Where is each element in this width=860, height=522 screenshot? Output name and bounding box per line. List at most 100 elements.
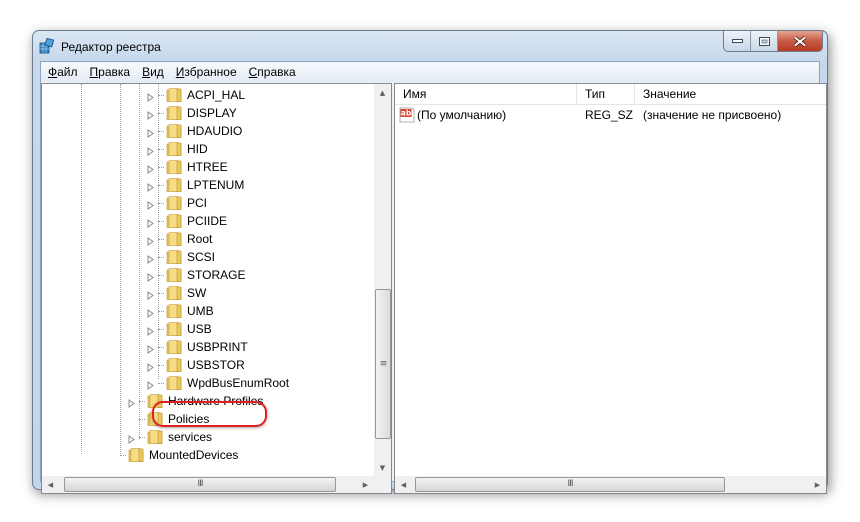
tree-horizontal-scroll-thumb[interactable]: III: [64, 477, 336, 492]
menu-label-rest: правка: [257, 65, 296, 79]
tree-node[interactable]: HID: [146, 140, 208, 158]
string-value-icon: ab: [399, 107, 415, 123]
close-button[interactable]: [778, 31, 822, 51]
tree-connector-line: [158, 202, 164, 204]
expand-arrow-icon[interactable]: [146, 307, 155, 318]
tree-node-label: USBPRINT: [187, 340, 248, 354]
tree-node[interactable]: Root: [146, 230, 212, 248]
scroll-left-button[interactable]: ◀: [42, 476, 59, 493]
tree-node[interactable]: STORAGE: [146, 266, 245, 284]
expand-arrow-icon[interactable]: [146, 271, 155, 282]
tree-connector: [127, 415, 136, 424]
expand-arrow-icon[interactable]: [146, 235, 155, 246]
expand-arrow-icon[interactable]: [146, 253, 155, 264]
tree-node[interactable]: UMB: [146, 302, 214, 320]
expand-arrow-icon[interactable]: [146, 199, 155, 210]
tree-node[interactable]: USBSTOR: [146, 356, 245, 374]
registry-editor-icon: [39, 38, 55, 54]
expand-arrow-icon[interactable]: [146, 127, 155, 138]
expand-arrow-icon[interactable]: [146, 217, 155, 228]
grip-icon: III: [197, 479, 204, 489]
folder-icon: [166, 376, 182, 390]
tree-node[interactable]: PCI: [146, 194, 207, 212]
tree-node-label: PCI: [187, 196, 208, 210]
list-horizontal-scrollbar[interactable]: ◀ III ▶: [395, 476, 826, 493]
tree-node[interactable]: SCSI: [146, 248, 215, 266]
tree-node[interactable]: services: [127, 428, 212, 446]
column-header-name[interactable]: Имя: [395, 84, 577, 104]
tree-node[interactable]: HTREE: [146, 158, 228, 176]
tree-node-label: STORAGE: [187, 268, 246, 282]
tree-node-label: Root: [187, 232, 213, 246]
tree-node[interactable]: USBPRINT: [146, 338, 248, 356]
tree-node[interactable]: PCIIDE: [146, 212, 227, 230]
expand-arrow-icon[interactable]: [127, 397, 136, 408]
arrow-down-icon: ▼: [379, 463, 386, 472]
arrow-right-icon: ▶: [814, 480, 821, 489]
tree-connector-line: [158, 166, 164, 168]
tree-connector-line: [158, 184, 164, 186]
column-header-type[interactable]: Тип: [577, 84, 635, 104]
maximize-icon: [758, 36, 770, 46]
tree-guide-line: [139, 84, 140, 439]
tree-connector-line: [158, 130, 164, 132]
list-row[interactable]: ab (По умолчанию) REG_SZ (значение не пр…: [395, 106, 826, 124]
tree-connector-line: [158, 364, 164, 366]
values-list-pane[interactable]: Имя Тип Значение ab (По умолчанию) REG_S…: [394, 83, 827, 494]
expand-arrow-icon[interactable]: [146, 289, 155, 300]
expand-arrow-icon[interactable]: [146, 343, 155, 354]
scroll-right-button[interactable]: ▶: [357, 476, 374, 493]
registry-tree-pane[interactable]: ACPI_HAL DISPLAY HDAUDIO HID HTREE LPTENUM PCI…: [41, 83, 392, 494]
minimize-button[interactable]: [724, 31, 751, 51]
menu-label-rest: збранное: [184, 65, 237, 79]
expand-arrow-icon[interactable]: [146, 325, 155, 336]
tree-node-label: HDAUDIO: [187, 124, 243, 138]
minimize-icon: [731, 39, 743, 43]
tree-node[interactable]: LPTENUM: [146, 176, 244, 194]
arrow-left-icon: ◀: [47, 480, 54, 489]
scroll-down-button[interactable]: ▼: [374, 459, 391, 476]
tree-horizontal-scrollbar[interactable]: ◀ III ▶: [42, 476, 374, 493]
tree-node[interactable]: SW: [146, 284, 206, 302]
expand-arrow-icon[interactable]: [127, 433, 136, 444]
registry-editor-window: Редактор реестра Файл Правка Вид Избранное С…: [32, 30, 828, 494]
expand-arrow-icon[interactable]: [146, 109, 155, 120]
folder-icon: [166, 196, 182, 210]
expand-arrow-icon[interactable]: [146, 379, 155, 390]
window-controls: [723, 31, 823, 52]
tree-node-label: services: [168, 430, 213, 444]
tree-node[interactable]: ACPI_HAL: [146, 86, 245, 104]
title-bar[interactable]: Редактор реестра: [33, 31, 827, 61]
scroll-left-button[interactable]: ◀: [395, 476, 412, 493]
tree-node[interactable]: DISPLAY: [146, 104, 237, 122]
maximize-button[interactable]: [751, 31, 778, 51]
tree-node-label: PCIIDE: [187, 214, 228, 228]
expand-arrow-icon[interactable]: [146, 361, 155, 372]
folder-icon: [147, 430, 163, 444]
list-horizontal-scroll-thumb[interactable]: III: [415, 477, 725, 492]
expand-arrow-icon[interactable]: [146, 163, 155, 174]
tree-guide-line: [120, 84, 121, 454]
tree-node[interactable]: MountedDevices: [108, 446, 238, 464]
expand-arrow-icon[interactable]: [146, 145, 155, 156]
tree-node-label: LPTENUM: [187, 178, 245, 192]
expand-arrow-icon[interactable]: [146, 181, 155, 192]
tree-node[interactable]: WpdBusEnumRoot: [146, 374, 289, 392]
expand-arrow-icon[interactable]: [146, 91, 155, 102]
tree-vertical-scroll-thumb[interactable]: ≡: [375, 289, 391, 439]
menu-item-favorites[interactable]: Избранное: [171, 65, 242, 79]
menu-item-help[interactable]: Справка: [244, 65, 301, 79]
tree-node[interactable]: USB: [146, 320, 212, 338]
column-header-value[interactable]: Значение: [635, 84, 826, 104]
scroll-right-button[interactable]: ▶: [809, 476, 826, 493]
arrow-up-icon: ▲: [379, 88, 386, 97]
tree-connector-line: [158, 94, 164, 96]
folder-icon: [128, 448, 144, 462]
menu-item-view[interactable]: Вид: [137, 65, 169, 79]
menu-item-file[interactable]: Файл: [43, 65, 83, 79]
tree-node[interactable]: HDAUDIO: [146, 122, 242, 140]
tree-vertical-scrollbar[interactable]: ▲ ≡ ▼: [374, 84, 391, 476]
menu-item-edit[interactable]: Правка: [85, 65, 136, 79]
scroll-up-button[interactable]: ▲: [374, 84, 391, 101]
tree-connector-line: [139, 400, 145, 402]
